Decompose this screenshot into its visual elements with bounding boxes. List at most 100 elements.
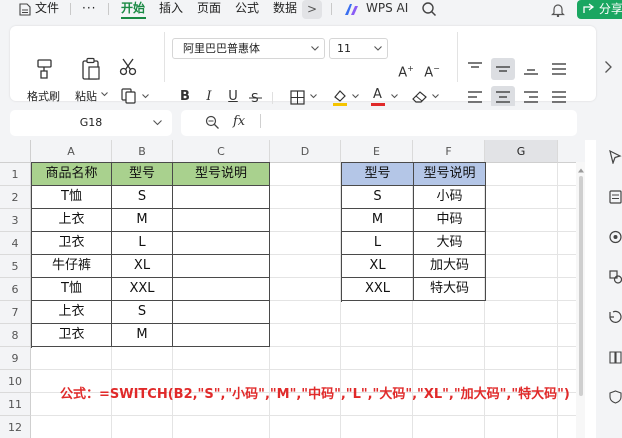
table-cell[interactable]: XXL bbox=[112, 278, 173, 301]
paste-icon[interactable] bbox=[80, 57, 102, 81]
table-cell[interactable] bbox=[173, 209, 270, 232]
spreadsheet-grid[interactable]: A B C D E F G 1 2 3 4 5 6 7 8 9 10 11 12… bbox=[0, 140, 585, 438]
justify-icon[interactable] bbox=[551, 90, 567, 104]
row-header-8[interactable]: 8 bbox=[0, 324, 31, 347]
tab-home[interactable]: 开始 bbox=[121, 0, 145, 18]
fill-color-icon[interactable] bbox=[332, 88, 348, 106]
table-cell[interactable]: XL bbox=[112, 255, 173, 278]
row-header-12[interactable]: 12 bbox=[0, 416, 31, 438]
table-cell[interactable]: 牛仔裤 bbox=[32, 255, 112, 278]
table-cell[interactable]: 卫衣 bbox=[32, 324, 112, 347]
table-cell[interactable]: T恤 bbox=[32, 186, 112, 209]
more-icon[interactable]: ··· bbox=[82, 0, 96, 18]
properties-icon[interactable] bbox=[609, 190, 622, 204]
table-cell[interactable]: 加大码 bbox=[414, 255, 486, 278]
shapes-icon[interactable] bbox=[609, 270, 622, 284]
underline-button[interactable]: U bbox=[225, 89, 241, 105]
row-header-1[interactable]: 1 bbox=[0, 163, 31, 186]
column-header-f[interactable]: F bbox=[413, 140, 485, 163]
row-header-7[interactable]: 7 bbox=[0, 301, 31, 324]
chevron-down-icon[interactable] bbox=[352, 94, 359, 99]
font-size-select[interactable]: 11 bbox=[329, 38, 388, 59]
column-header-a[interactable]: A bbox=[31, 140, 112, 163]
tab-page[interactable]: 页面 bbox=[197, 0, 221, 18]
table-cell[interactable]: XXL bbox=[342, 278, 414, 301]
column-header-c[interactable]: C bbox=[173, 140, 270, 163]
table-cell[interactable]: 中码 bbox=[414, 209, 486, 232]
column-header-g[interactable]: G bbox=[485, 140, 558, 163]
table-cell[interactable]: L bbox=[342, 232, 414, 255]
zoom-icon[interactable] bbox=[205, 115, 220, 130]
table-cell[interactable] bbox=[173, 232, 270, 255]
style-icon[interactable] bbox=[609, 230, 622, 244]
table-cell[interactable] bbox=[173, 255, 270, 278]
column-header-e[interactable]: E bbox=[341, 140, 413, 163]
italic-button[interactable]: I bbox=[201, 89, 217, 105]
table-header-cell[interactable]: 型号说明 bbox=[173, 163, 270, 186]
table-cell[interactable]: XL bbox=[342, 255, 414, 278]
scroll-up-icon[interactable] bbox=[578, 168, 584, 173]
scrollbar-thumb[interactable] bbox=[579, 176, 583, 396]
borders-icon[interactable] bbox=[290, 90, 305, 105]
chevron-down-icon[interactable] bbox=[391, 94, 398, 99]
table-cell[interactable]: 上衣 bbox=[32, 301, 112, 324]
bold-button[interactable]: B bbox=[177, 89, 193, 105]
name-box[interactable]: G18 bbox=[10, 110, 172, 136]
eraser-icon[interactable] bbox=[411, 89, 428, 104]
table-cell[interactable]: S bbox=[112, 186, 173, 209]
font-color-icon[interactable]: A bbox=[370, 87, 386, 106]
table-cell[interactable]: M bbox=[112, 209, 173, 232]
table-cell[interactable] bbox=[173, 186, 270, 209]
table-header-cell[interactable]: 型号 bbox=[112, 163, 173, 186]
book-icon[interactable] bbox=[609, 350, 622, 364]
align-right-icon[interactable] bbox=[523, 90, 539, 104]
format-painter-label[interactable]: 格式刷 bbox=[27, 88, 60, 104]
share-button[interactable]: 分享 bbox=[577, 0, 622, 19]
increase-font-button[interactable]: A+ bbox=[398, 61, 414, 81]
row-header-10[interactable]: 10 bbox=[0, 370, 31, 393]
table-cell[interactable]: T恤 bbox=[32, 278, 112, 301]
copy-icon[interactable] bbox=[121, 88, 136, 104]
table-cell[interactable]: S bbox=[342, 186, 414, 209]
decrease-font-button[interactable]: A− bbox=[424, 61, 440, 81]
table-cell[interactable]: L bbox=[112, 232, 173, 255]
chevron-down-icon[interactable] bbox=[153, 120, 162, 126]
row-header-5[interactable]: 5 bbox=[0, 255, 31, 278]
table-cell[interactable]: 大码 bbox=[414, 232, 486, 255]
ribbon-scroll-right-icon[interactable] bbox=[604, 60, 613, 74]
chevron-down-icon[interactable] bbox=[101, 92, 108, 97]
tab-data[interactable]: 数据 bbox=[273, 0, 297, 18]
table-header-cell[interactable]: 型号说明 bbox=[414, 163, 486, 186]
cut-icon[interactable] bbox=[119, 58, 137, 76]
wps-ai-button[interactable]: WPS AI bbox=[366, 0, 408, 16]
fx-icon[interactable]: fx bbox=[233, 114, 245, 129]
table-cell[interactable] bbox=[173, 324, 270, 347]
more-tabs-button[interactable]: > bbox=[302, 0, 322, 19]
chevron-down-icon[interactable] bbox=[310, 94, 317, 99]
align-middle-icon[interactable] bbox=[495, 63, 511, 77]
tab-file[interactable]: 文件 bbox=[35, 0, 59, 18]
table-cell[interactable]: 卫衣 bbox=[32, 232, 112, 255]
wrap-text-icon[interactable] bbox=[551, 62, 567, 76]
align-bottom-icon[interactable] bbox=[523, 62, 539, 76]
row-header-9[interactable]: 9 bbox=[0, 347, 31, 370]
row-header-4[interactable]: 4 bbox=[0, 232, 31, 255]
table-cell[interactable]: 上衣 bbox=[32, 209, 112, 232]
column-header-d[interactable]: D bbox=[270, 140, 341, 163]
shield-icon[interactable] bbox=[609, 390, 622, 404]
column-header-b[interactable]: B bbox=[112, 140, 173, 163]
table-cell[interactable]: 特大码 bbox=[414, 278, 486, 301]
align-left-icon[interactable] bbox=[467, 90, 483, 104]
select-cursor-icon[interactable] bbox=[609, 150, 622, 164]
row-header-3[interactable]: 3 bbox=[0, 209, 31, 232]
table-cell[interactable] bbox=[173, 301, 270, 324]
search-icon[interactable] bbox=[421, 1, 437, 17]
row-header-2[interactable]: 2 bbox=[0, 186, 31, 209]
strikethrough-icon[interactable]: S bbox=[249, 91, 263, 104]
table-header-cell[interactable]: 商品名称 bbox=[32, 163, 112, 186]
row-header-11[interactable]: 11 bbox=[0, 393, 31, 416]
align-top-icon[interactable] bbox=[467, 62, 483, 76]
font-name-select[interactable]: 阿里巴巴普惠体 bbox=[172, 38, 325, 59]
tab-formula[interactable]: 公式 bbox=[235, 0, 259, 18]
table-cell[interactable]: 小码 bbox=[414, 186, 486, 209]
